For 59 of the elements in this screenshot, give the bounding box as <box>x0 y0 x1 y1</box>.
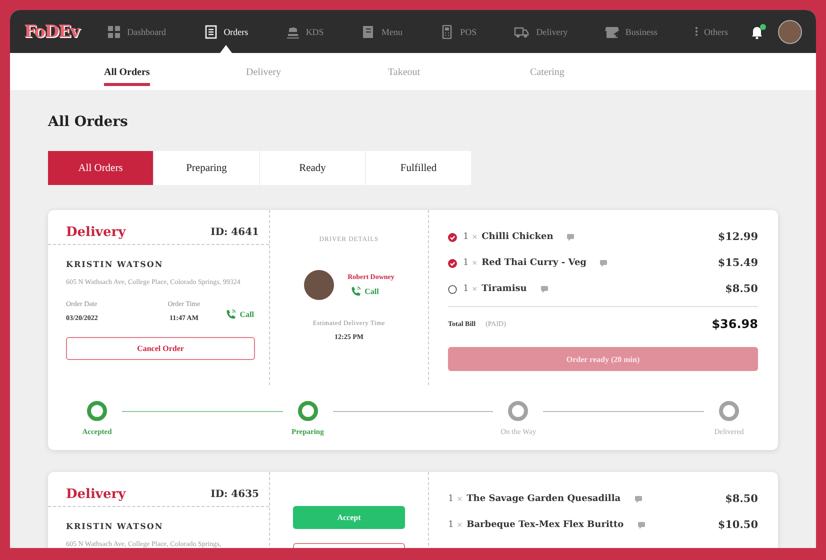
checked-circle-icon[interactable] <box>448 258 457 268</box>
page-title: All Orders <box>48 114 129 130</box>
order-id: ID: 4635 <box>210 488 259 500</box>
more-icon <box>694 27 698 36</box>
item-price: $8.50 <box>725 283 758 295</box>
store-icon <box>605 24 620 38</box>
user-avatar[interactable] <box>778 20 802 44</box>
logo[interactable]: FoDEv <box>24 22 80 42</box>
sub-tab[interactable]: Catering <box>530 57 564 86</box>
item-name: Tiramisu <box>482 284 527 294</box>
truck-icon <box>514 24 530 38</box>
item-name: Chilli Chicken <box>482 232 554 242</box>
item-quantity: 1 <box>463 232 469 242</box>
order-type: Delivery <box>66 224 126 240</box>
item-price: $15.49 <box>718 257 758 269</box>
document-icon <box>204 24 218 38</box>
nav-item[interactable]: Others <box>694 10 728 53</box>
sub-tab[interactable]: Takeout <box>388 57 420 86</box>
nav-item[interactable]: Dashboard <box>107 10 166 53</box>
nav-item[interactable]: Menu <box>361 10 402 53</box>
item-price: $10.50 <box>718 519 758 531</box>
sub-tab[interactable]: Delivery <box>246 57 281 86</box>
item-quantity: 1 <box>448 520 454 530</box>
bell-icon[interactable] <box>750 24 764 38</box>
phone-icon <box>224 309 236 320</box>
call-link[interactable]: Call <box>350 286 394 297</box>
customer-name: KRISTIN WATSON <box>66 521 164 531</box>
item-quantity: 1 <box>463 284 469 294</box>
total-amount: $36.98 <box>712 317 758 331</box>
item-price: $8.50 <box>725 493 758 505</box>
call-link[interactable]: Call <box>224 309 255 320</box>
order-id: ID: 4641 <box>210 226 259 238</box>
nav-item[interactable]: Business <box>605 10 658 53</box>
checked-circle-icon[interactable] <box>448 232 457 242</box>
card-terminal-icon <box>440 24 454 38</box>
item-name: Barbeque Tex-Mex Flex Buritto <box>466 520 624 530</box>
filter-tab[interactable]: Ready <box>260 151 365 185</box>
filter-tab[interactable]: Preparing <box>154 151 259 185</box>
item-price: $12.99 <box>718 231 758 243</box>
accept-button[interactable]: Accept <box>293 506 405 529</box>
grid-icon <box>107 24 122 38</box>
filter-tab[interactable]: All Orders <box>48 151 153 185</box>
phone-icon <box>350 286 361 297</box>
cancel-button[interactable]: Cancel Order <box>66 337 255 360</box>
item-quantity: 1 <box>463 258 469 268</box>
customer-name: KRISTIN WATSON <box>66 259 164 269</box>
item-quantity: 1 <box>448 494 454 504</box>
nav-item[interactable]: KDS <box>286 10 324 53</box>
filter-tab[interactable]: Fulfilled <box>366 151 471 185</box>
driver-avatar <box>304 270 334 300</box>
nav-item[interactable]: POS <box>440 10 477 53</box>
order-type: Delivery <box>66 486 126 502</box>
chef-icon <box>286 24 300 38</box>
sub-tab[interactable]: All Orders <box>104 57 150 86</box>
item-name: Red Thai Curry - Veg <box>482 258 586 268</box>
nav-item[interactable]: Delivery <box>514 10 568 53</box>
item-name: The Savage Garden Quesadilla <box>466 494 621 504</box>
empty-circle-icon[interactable] <box>448 284 457 294</box>
book-icon <box>361 24 376 38</box>
